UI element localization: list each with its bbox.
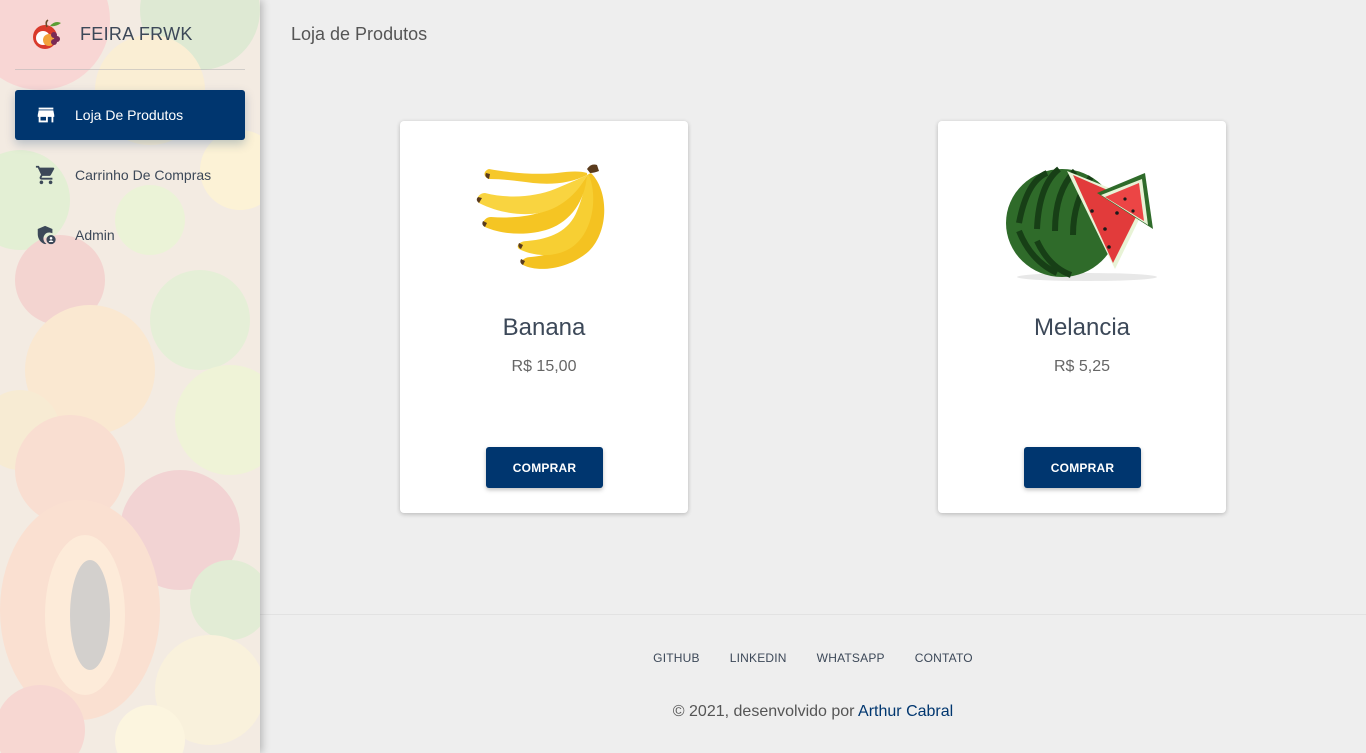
brand-header[interactable]: FEIRA FRWK: [15, 0, 245, 70]
footer-link-linkedin[interactable]: LINKEDIN: [715, 651, 802, 665]
main-content: Loja de Produtos Banana R$ 15,00 COMPRAR: [260, 0, 1366, 753]
page-title: Loja de Produtos: [291, 24, 428, 44]
fruit-basket-logo: [33, 18, 61, 49]
admin-shield-icon: [35, 224, 57, 246]
banana-image: [400, 151, 688, 281]
sidebar: FEIRA FRWK Loja De Produtos Carrinho De …: [0, 0, 260, 753]
sidebar-item-loja-de-produtos[interactable]: Loja De Produtos: [15, 90, 245, 140]
product-name: Banana: [502, 314, 586, 341]
footer-link-github[interactable]: GITHUB: [638, 651, 715, 665]
sidebar-item-carrinho-de-compras[interactable]: Carrinho De Compras: [15, 150, 245, 200]
copyright-text: © 2021, desenvolvido por: [672, 703, 859, 720]
footer-link-whatsapp[interactable]: WHATSAPP: [802, 651, 900, 665]
footer-link-contato[interactable]: CONTATO: [900, 651, 988, 665]
sidebar-item-label: Loja De Produtos: [75, 107, 184, 123]
sidebar-item-label: Carrinho De Compras: [75, 167, 212, 183]
product-price: R$ 15,00: [511, 358, 577, 375]
store-icon: [35, 104, 57, 126]
sidebar-item-label: Admin: [75, 227, 115, 243]
footer: GITHUB LINKEDIN WHATSAPP CONTATO © 2021,…: [260, 614, 1366, 753]
sidebar-item-admin[interactable]: Admin: [15, 210, 245, 260]
brand-name: FEIRA FRWK: [80, 24, 193, 44]
footer-links: GITHUB LINKEDIN WHATSAPP CONTATO: [260, 651, 1366, 665]
product-card-melancia: Melancia R$ 5,25 COMPRAR: [938, 121, 1226, 513]
product-card-banana: Banana R$ 15,00 COMPRAR: [400, 121, 688, 513]
author-link[interactable]: Arthur Cabral: [858, 703, 953, 720]
sidebar-nav: Loja De Produtos Carrinho De Compras Adm…: [0, 70, 260, 260]
cart-icon: [35, 164, 57, 186]
buy-button-banana[interactable]: COMPRAR: [486, 447, 603, 488]
buy-button-melancia[interactable]: COMPRAR: [1024, 447, 1141, 488]
watermelon-image: [938, 151, 1226, 281]
copyright: © 2021, desenvolvido por Arthur Cabral: [260, 703, 1366, 721]
product-price: R$ 5,25: [1053, 358, 1111, 375]
product-name: Melancia: [1033, 314, 1131, 341]
